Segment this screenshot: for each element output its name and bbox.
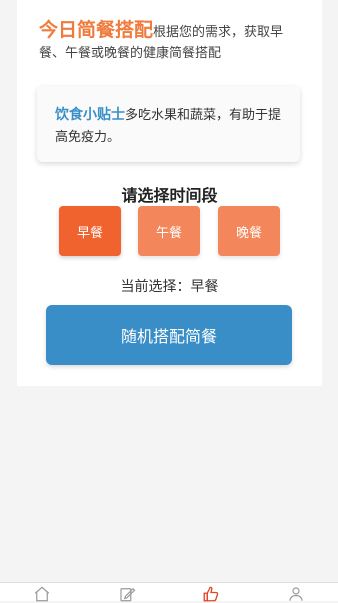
nav-recommend[interactable] [191,583,231,603]
dinner-button[interactable]: 晚餐 [218,206,280,256]
tip-title: 饮食小贴士 [55,107,125,123]
nav-edit[interactable] [107,583,147,603]
lunch-button[interactable]: 午餐 [138,206,200,256]
main-card: 今日简餐搭配根据您的需求，获取早餐、午餐或晚餐的健康简餐搭配 饮食小贴士多吃水果… [17,0,322,386]
thumbs-up-icon [203,586,219,602]
nav-home[interactable] [22,583,62,603]
section-title: 请选择时间段 [121,186,218,205]
home-icon [35,586,50,602]
edit-icon [120,587,136,602]
current-selection: 当前选择：早餐 [120,279,219,295]
nav-profile[interactable] [276,583,316,603]
page-title: 今日简餐搭配 [39,19,154,41]
random-combo-button[interactable]: 随机搭配简餐 [46,305,292,365]
breakfast-button[interactable]: 早餐 [59,206,121,256]
tip-card: 饮食小贴士多吃水果和蔬菜，有助于提高免疫力。 [37,86,300,162]
tip-content: 饮食小贴士多吃水果和蔬菜，有助于提高免疫力。 [55,104,287,149]
header-block: 今日简餐搭配根据您的需求，获取早餐、午餐或晚餐的健康简餐搭配 [39,18,305,64]
profile-icon [289,587,303,601]
bottom-nav [0,582,338,603]
